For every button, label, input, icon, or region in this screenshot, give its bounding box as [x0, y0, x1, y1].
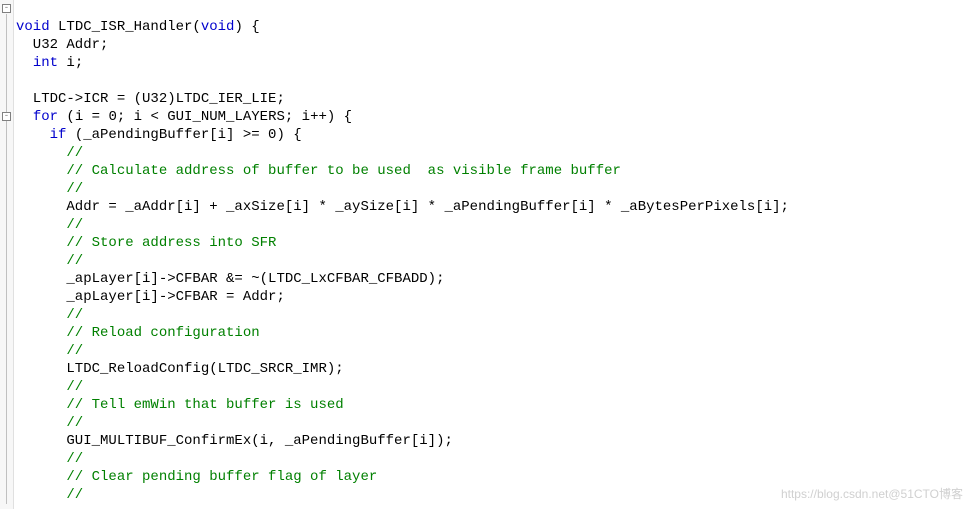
code-text: ) { [234, 19, 259, 35]
code-line: LTDC_ReloadConfig(LTDC_SRCR_IMR); [16, 361, 344, 377]
comment-line: // [16, 145, 83, 161]
keyword: void [16, 19, 50, 35]
comment-line: // [16, 181, 83, 197]
comment-line: // Calculate address of buffer to be use… [16, 163, 621, 179]
comment-line: // [16, 253, 83, 269]
comment-line: // Clear pending buffer flag of layer [16, 469, 377, 485]
code-line: GUI_MULTIBUF_ConfirmEx(i, _aPendingBuffe… [16, 433, 453, 449]
code-line: U32 Addr; [16, 37, 108, 53]
fold-toggle-icon[interactable]: - [2, 4, 11, 13]
comment-line: // Tell emWin that buffer is used [16, 397, 344, 413]
comment-line: // [16, 415, 83, 431]
code-line: Addr = _aAddr[i] + _axSize[i] * _aySize[… [16, 199, 789, 215]
code-line: _apLayer[i]->CFBAR &= ~(LTDC_LxCFBAR_CFB… [16, 271, 444, 287]
code-text [16, 127, 50, 143]
comment-line: // Store address into SFR [16, 235, 276, 251]
code-line: if (_aPendingBuffer[i] >= 0) { [16, 127, 302, 143]
comment-line: // [16, 379, 83, 395]
comment-line: // Reload configuration [16, 325, 260, 341]
code-line: LTDC->ICR = (U32)LTDC_IER_LIE; [16, 91, 285, 107]
code-text [16, 109, 33, 125]
code-line: _apLayer[i]->CFBAR = Addr; [16, 289, 285, 305]
code-text [16, 55, 33, 71]
code-text: i; [58, 55, 83, 71]
comment-line: // [16, 307, 83, 323]
code-line: int i; [16, 55, 83, 71]
watermark-text: https://blog.csdn.net@51CTO博客 [781, 485, 963, 503]
code-text: LTDC_ISR_Handler( [50, 19, 201, 35]
code-text: (i = 0; i < GUI_NUM_LAYERS; i++) { [58, 109, 352, 125]
comment-line: // [16, 451, 83, 467]
keyword: for [33, 109, 58, 125]
comment-line: // [16, 217, 83, 233]
code-text: (_aPendingBuffer[i] >= 0) { [66, 127, 301, 143]
fold-guide-line [6, 14, 7, 504]
code-block: void LTDC_ISR_Handler(void) { U32 Addr; … [14, 0, 789, 504]
code-line: for (i = 0; i < GUI_NUM_LAYERS; i++) { [16, 109, 352, 125]
comment-line: // [16, 343, 83, 359]
keyword: int [33, 55, 58, 71]
keyword: void [201, 19, 235, 35]
comment-line: // [16, 487, 83, 503]
code-line: void LTDC_ISR_Handler(void) { [16, 19, 260, 35]
fold-gutter: - - [0, 0, 14, 509]
keyword: if [50, 127, 67, 143]
fold-toggle-icon[interactable]: - [2, 112, 11, 121]
